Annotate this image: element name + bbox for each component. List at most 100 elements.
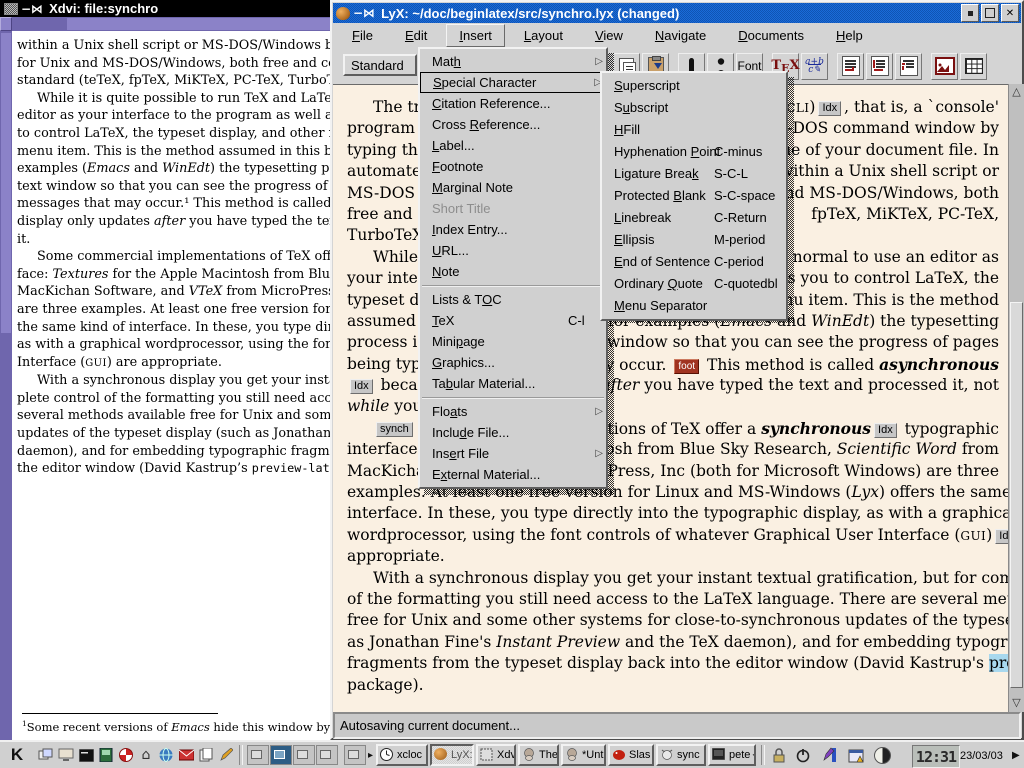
xdvi-titlebar[interactable]: −⋈ Xdvi: file:synchro xyxy=(0,0,340,17)
menu-item-tex[interactable]: TeXC-l xyxy=(420,310,606,331)
menu-help[interactable]: Help xyxy=(823,24,876,47)
task-button-pete[interactable]: pete◄ xyxy=(708,744,756,766)
text-run: for Unix and MS-DOS/Windows, both free a… xyxy=(17,56,340,71)
pager-desktop-1[interactable] xyxy=(247,745,269,765)
terminal-icon[interactable] xyxy=(76,744,96,766)
scroll-down-icon[interactable]: ▽ xyxy=(1009,695,1024,711)
panel-hide-arrow-icon[interactable]: ▶ xyxy=(1012,750,1020,761)
wm-iconify-glyph[interactable]: −⋈ xyxy=(353,6,375,20)
menu-item-citation-reference[interactable]: Citation Reference... xyxy=(420,93,606,114)
table-insert-icon[interactable] xyxy=(960,53,987,80)
browser-icon[interactable] xyxy=(156,744,176,766)
menu-item-subscript[interactable]: Subscript xyxy=(602,97,786,119)
task-button-xdvi[interactable]: Xdvi xyxy=(476,744,516,766)
menu-item-cross-reference[interactable]: Cross Reference... xyxy=(420,114,606,135)
klipper-icon[interactable] xyxy=(820,744,842,766)
windows-icon[interactable] xyxy=(36,744,56,766)
menu-item-note[interactable]: Note xyxy=(420,261,606,282)
inset-idx[interactable]: Idx xyxy=(350,379,373,394)
menu-item-footnote[interactable]: Footnote xyxy=(420,156,606,177)
pager-desktop-2[interactable] xyxy=(270,745,292,765)
footnote-inset[interactable]: foot xyxy=(674,359,699,374)
menu-item-menu-separator[interactable]: Menu Separator xyxy=(602,295,786,317)
close-button[interactable]: ✕ xyxy=(1001,4,1019,22)
mini-pager[interactable] xyxy=(344,745,366,765)
menu-item-url[interactable]: URL... xyxy=(420,240,606,261)
marginpar-insert-icon[interactable] xyxy=(866,53,893,80)
task-button-lyx[interactable]: LyX: xyxy=(430,744,474,766)
xdvi-horizontal-scrollbar[interactable] xyxy=(12,17,340,31)
menu-item-lists-toc[interactable]: Lists & TOC xyxy=(420,289,606,310)
clipboard-icon[interactable] xyxy=(196,744,216,766)
menu-item-math[interactable]: Math▷ xyxy=(420,51,606,72)
panel-arrow-icon[interactable]: ▸ xyxy=(368,750,373,761)
xdvi-line: it. xyxy=(17,231,340,249)
task-button-xcloc[interactable]: xcloc xyxy=(376,744,428,766)
menu-item-ellipsis[interactable]: EllipsisM-period xyxy=(602,229,786,251)
menu-item-minipage[interactable]: Minipage xyxy=(420,331,606,352)
menu-item-graphics[interactable]: Graphics... xyxy=(420,352,606,373)
xdvi-vertical-scrollbar[interactable] xyxy=(0,31,12,740)
inset-idx[interactable]: Idx xyxy=(818,101,841,116)
menu-file[interactable]: File xyxy=(339,24,386,47)
power-icon[interactable] xyxy=(792,744,814,766)
lyx-vertical-scrollbar[interactable]: △ ▽ xyxy=(1008,84,1024,712)
xdvi-vscroll-thumb[interactable] xyxy=(1,33,11,333)
pencil-icon[interactable] xyxy=(216,744,236,766)
menu-item-hfill[interactable]: HFill xyxy=(602,119,786,141)
menu-item-external-material[interactable]: External Material... xyxy=(420,464,606,485)
task-button-sync[interactable]: sync xyxy=(656,744,706,766)
menu-item-marginal-note[interactable]: Marginal Note xyxy=(420,177,606,198)
task-button-unti[interactable]: *Unti xyxy=(561,744,606,766)
menu-item-include-file[interactable]: Include File... xyxy=(420,422,606,443)
xdvi-hscroll-thumb[interactable] xyxy=(67,18,339,30)
figure-insert-icon[interactable] xyxy=(931,53,958,80)
moon-icon[interactable] xyxy=(871,744,893,766)
kmenu-icon[interactable]: K xyxy=(4,744,30,766)
menu-item-special-character[interactable]: Special Character▷ xyxy=(420,72,606,93)
pager-desktop-3[interactable] xyxy=(293,745,315,765)
menu-item-end-of-sentence[interactable]: End of SentenceC-period xyxy=(602,251,786,273)
menu-item-floats[interactable]: Floats▷ xyxy=(420,401,606,422)
math-mode-icon[interactable]: a+bc✎ xyxy=(801,53,828,80)
menu-edit[interactable]: Edit xyxy=(392,24,440,47)
wm-iconify-glyph[interactable]: −⋈ xyxy=(21,2,43,16)
task-button-slas[interactable]: Slas xyxy=(608,744,654,766)
minimize-button[interactable] xyxy=(961,4,979,22)
menu-layout[interactable]: Layout xyxy=(511,24,576,47)
paragraph-style-combo[interactable]: Standard xyxy=(343,54,417,76)
console-icon[interactable] xyxy=(96,744,116,766)
pager-desktop-4[interactable] xyxy=(316,745,338,765)
maximize-button[interactable] xyxy=(981,4,999,22)
lock-icon[interactable] xyxy=(768,744,790,766)
menu-item-tabular-material[interactable]: Tabular Material... xyxy=(420,373,606,394)
scroll-up-icon[interactable]: △ xyxy=(1009,84,1024,100)
menu-item-superscript[interactable]: Superscript xyxy=(602,75,786,97)
menu-item-linebreak[interactable]: LinebreakC-Return xyxy=(602,207,786,229)
menu-item-label[interactable]: Label... xyxy=(420,135,606,156)
menu-item-protected-blank[interactable]: Protected BlankS-C-space xyxy=(602,185,786,207)
xdvi-line: several methods available free for Unix … xyxy=(17,407,340,425)
menu-item-hyphenation-point[interactable]: Hyphenation PointC-minus xyxy=(602,141,786,163)
organizer-icon[interactable] xyxy=(845,744,867,766)
inset-idx[interactable]: Idx xyxy=(874,423,897,438)
menu-documents[interactable]: Documents xyxy=(725,24,817,47)
menu-item-ordinary-quote[interactable]: Ordinary QuoteC-quotedbl xyxy=(602,273,786,295)
help-icon[interactable] xyxy=(116,744,136,766)
lyx-titlebar[interactable]: −⋈ LyX: ~/doc/beginlatex/src/synchro.lyx… xyxy=(333,3,1021,23)
menu-item-insert-file[interactable]: Insert File▷ xyxy=(420,443,606,464)
menu-view[interactable]: View xyxy=(582,24,636,47)
lyx-vscroll-thumb[interactable] xyxy=(1010,302,1023,688)
depth-icon[interactable] xyxy=(895,53,922,80)
task-button-theg[interactable]: The G xyxy=(518,744,559,766)
inset-idx[interactable]: Idx xyxy=(995,529,1008,544)
home-icon[interactable]: ⌂ xyxy=(136,744,156,766)
inset-synch[interactable]: synch xyxy=(376,422,413,437)
menu-insert[interactable]: Insert xyxy=(446,24,505,47)
desktop-icon[interactable] xyxy=(56,744,76,766)
menu-item-ligature-break[interactable]: Ligature BreakS-C-L xyxy=(602,163,786,185)
footnote-insert-icon[interactable] xyxy=(837,53,864,80)
menu-item-index-entry[interactable]: Index Entry... xyxy=(420,219,606,240)
mail-icon[interactable] xyxy=(176,744,196,766)
menu-navigate[interactable]: Navigate xyxy=(642,24,719,47)
